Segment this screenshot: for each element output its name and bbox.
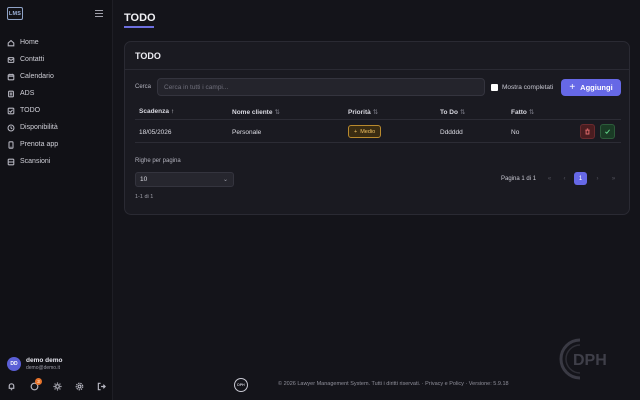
home-icon	[7, 39, 15, 46]
column-header-priorita[interactable]: Priorità ⇅	[348, 108, 378, 116]
column-header-nome-cliente[interactable]: Nome cliente ⇅	[232, 108, 280, 116]
activity-icon[interactable]: 3	[30, 377, 42, 391]
scan-icon	[7, 158, 15, 165]
delete-button[interactable]	[580, 124, 595, 139]
sidebar-item-prenota-app[interactable]: Prenota app	[0, 136, 113, 153]
first-page-button[interactable]: «	[543, 172, 556, 185]
search-label: Cerca	[135, 84, 152, 90]
sidebar-item-label: Disponibilità	[20, 124, 58, 131]
card-divider	[125, 69, 629, 70]
sidebar-item-scansioni[interactable]: Scansioni	[0, 153, 113, 170]
page-info: Pagina 1 di 1	[501, 176, 537, 182]
sort-icon: ⇅	[528, 109, 535, 116]
footer-logo: DPH	[234, 378, 248, 392]
todo-card: TODO Cerca Mostra completati + Aggiungi …	[124, 41, 630, 215]
next-page-button[interactable]: ›	[591, 172, 604, 185]
sidebar-item-label: Prenota app	[20, 141, 59, 148]
logout-icon[interactable]	[97, 382, 106, 391]
sidebar-item-label: Contatti	[20, 56, 45, 63]
chevron-down-icon: ⌄	[222, 177, 228, 183]
footer-text: © 2026 Lawyer Management System. Tutti i…	[278, 381, 509, 387]
table-row: 18/05/2026 Personale + Medio Dddddd No	[135, 121, 621, 143]
cell-nome-cliente: Personale	[232, 129, 262, 136]
sidebar-bottom-toolbar: 3	[0, 377, 113, 394]
column-header-todo[interactable]: To Do ⇅	[440, 108, 465, 116]
sort-icon: ⇅	[372, 109, 379, 116]
sidebar-item-contatti[interactable]: Contatti	[0, 51, 113, 68]
add-button-label: Aggiungi	[580, 83, 613, 92]
calendar-icon	[7, 73, 15, 80]
title-underline	[124, 26, 154, 28]
rows-per-page-label: Righe per pagina	[135, 158, 181, 164]
show-completed-label: Mostra completati	[502, 84, 554, 91]
sidebar-item-disponibilita[interactable]: Disponibilità	[0, 119, 113, 136]
page-title: TODO	[124, 12, 156, 24]
sidebar-item-label: ADS	[20, 90, 35, 97]
contacts-icon	[7, 56, 15, 63]
clock-icon	[7, 124, 15, 131]
cell-todo: Dddddd	[440, 129, 463, 136]
sidebar-item-label: TODO	[20, 107, 41, 114]
sidebar: LMS Home Contatti Calendario ADS TODO Di…	[0, 0, 113, 400]
priority-badge: + Medio	[348, 125, 382, 138]
show-completed-checkbox[interactable]	[491, 84, 498, 91]
user-name: demo demo	[26, 357, 63, 364]
notification-badge: 3	[35, 377, 42, 385]
user-profile[interactable]: DD demo demo demo@demo.it	[7, 357, 62, 371]
plus-icon: +	[569, 82, 576, 93]
card-title: TODO	[135, 51, 161, 61]
trash-icon	[585, 128, 590, 135]
sidebar-item-ads[interactable]: ADS	[0, 85, 113, 102]
page-button-current[interactable]: 1	[574, 172, 587, 185]
mark-done-button[interactable]	[600, 124, 615, 139]
app-logo[interactable]: LMS	[7, 7, 23, 20]
ads-icon	[8, 90, 14, 97]
sort-icon: ⇅	[459, 109, 466, 116]
sun-icon[interactable]	[53, 381, 62, 391]
menu-toggle-icon[interactable]	[95, 10, 103, 17]
plus-icon: +	[354, 128, 358, 135]
range-text: 1-1 di 1	[135, 194, 154, 200]
sidebar-nav: Home Contatti Calendario ADS TODO Dispon…	[0, 34, 113, 170]
add-button[interactable]: + Aggiungi	[561, 79, 621, 96]
sort-icon: ⇅	[274, 109, 280, 116]
check-icon	[605, 129, 610, 134]
column-header-scadenza[interactable]: Scadenza ↑	[139, 108, 174, 115]
sidebar-item-todo[interactable]: TODO	[0, 102, 113, 119]
phone-icon	[8, 140, 14, 149]
sidebar-item-label: Calendario	[20, 73, 54, 80]
gear-icon[interactable]	[75, 382, 84, 391]
todo-icon	[7, 107, 15, 114]
column-header-fatto[interactable]: Fatto ⇅	[511, 108, 534, 116]
search-input[interactable]	[157, 78, 485, 96]
user-email: demo@demo.it	[26, 365, 60, 371]
sidebar-item-label: Scansioni	[20, 158, 51, 165]
prev-page-button[interactable]: ‹	[558, 172, 571, 185]
sort-asc-icon: ↑	[171, 108, 175, 115]
sidebar-item-calendario[interactable]: Calendario	[0, 68, 113, 85]
sidebar-item-home[interactable]: Home	[0, 34, 113, 51]
avatar: DD	[7, 357, 21, 371]
svg-text:DPH: DPH	[573, 352, 607, 369]
cell-scadenza: 18/05/2026	[139, 129, 172, 136]
sidebar-item-label: Home	[20, 39, 39, 46]
cell-fatto: No	[511, 129, 520, 136]
bell-icon[interactable]	[7, 382, 16, 391]
brand-watermark: DPH	[559, 338, 607, 380]
last-page-button[interactable]: »	[607, 172, 620, 185]
rows-per-page-select[interactable]: 10 ⌄	[135, 172, 234, 187]
table-header: Scadenza ↑ Nome cliente ⇅ Priorità ⇅ To Do ⇅…	[135, 104, 621, 120]
